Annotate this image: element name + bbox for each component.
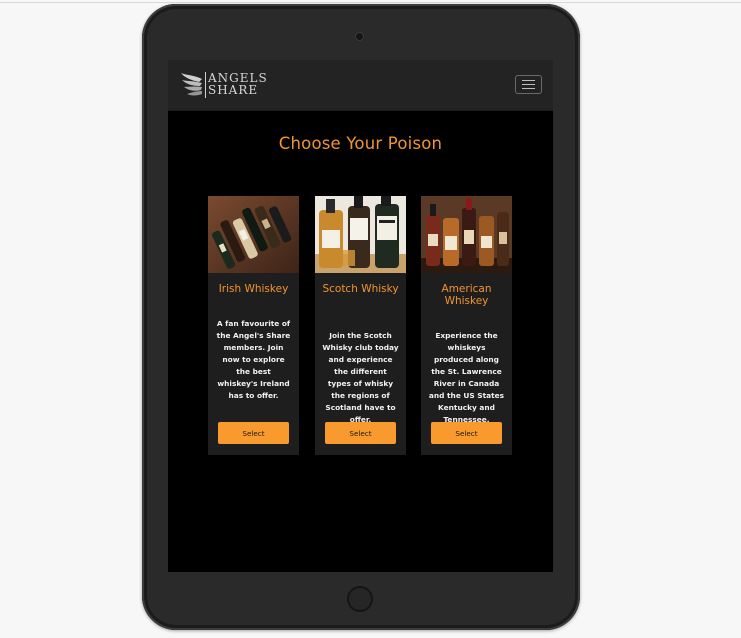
hamburger-icon-line — [522, 84, 535, 85]
card-title: American Whiskey — [441, 283, 492, 307]
american-whiskey-bottles-image — [421, 196, 512, 273]
camera-icon — [356, 33, 363, 40]
select-scotch-whisky-button[interactable]: Select — [325, 422, 396, 444]
tablet-screen: ANGELS SHARE Choose Your Poison Irish Wh… — [168, 60, 553, 572]
whiskey-card-irish: Irish Whiskey A fan favourite of the Ang… — [208, 196, 299, 455]
navbar: ANGELS SHARE — [168, 60, 553, 111]
angel-wing-icon — [181, 73, 202, 96]
hamburger-icon — [522, 80, 535, 81]
whiskey-card-scotch: Scotch Whisky Join the Scotch Whisky clu… — [315, 196, 406, 455]
scotch-whisky-bottles-image — [315, 196, 406, 273]
hamburger-icon-line — [522, 88, 535, 89]
whiskey-card-american: American Whiskey Experience the whiskeys… — [421, 196, 512, 455]
logo-text: ANGELS SHARE — [208, 72, 268, 96]
home-button[interactable] — [347, 586, 373, 612]
logo-line2: SHARE — [208, 83, 259, 97]
brand-logo[interactable]: ANGELS SHARE — [180, 71, 275, 101]
page-top-border — [0, 2, 741, 3]
card-description: Join the Scotch Whisky club today and ex… — [322, 331, 399, 424]
select-american-whiskey-button[interactable]: Select — [431, 422, 502, 444]
select-irish-whiskey-button[interactable]: Select — [218, 422, 289, 444]
irish-whiskey-bottles-image — [208, 196, 299, 273]
card-description: A fan favourite of the Angel's Share mem… — [216, 319, 291, 400]
card-title: Scotch Whisky — [322, 283, 399, 295]
navbar-toggle-button[interactable] — [515, 75, 542, 94]
card-title: Irish Whiskey — [218, 283, 289, 295]
logo-divider — [205, 72, 206, 98]
page-title: Choose Your Poison — [278, 134, 443, 153]
card-description: Experience the whiskeys produced along t… — [428, 331, 505, 424]
